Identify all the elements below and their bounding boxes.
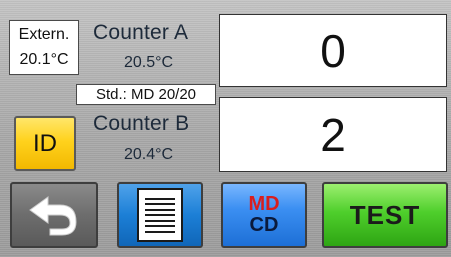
md-cd-button[interactable]: MD CD — [221, 182, 307, 248]
external-temperature-value: 20.1°C — [19, 50, 69, 68]
counter-b-name: Counter B — [93, 112, 190, 135]
document-list-icon — [137, 188, 183, 242]
external-temperature-label: Extern. — [18, 26, 70, 44]
test-button[interactable]: TEST — [322, 182, 448, 248]
id-button[interactable]: ID — [14, 116, 76, 171]
instrument-screen: Extern. 20.1°C Counter A 20.5°C 0 Std.: … — [0, 0, 451, 257]
external-temperature-box: Extern. 20.1°C — [9, 20, 79, 75]
back-button[interactable] — [10, 182, 98, 248]
md-cd-button-top-label: MD — [248, 193, 280, 215]
test-button-label: TEST — [349, 199, 421, 230]
counter-a-count-display[interactable]: 0 — [219, 14, 447, 87]
counter-b-temperature: 20.4°C — [124, 146, 174, 163]
back-arrow-icon — [26, 192, 82, 238]
counter-a-temperature: 20.5°C — [124, 54, 174, 71]
standard-label: Std.: MD 20/20 — [76, 84, 216, 105]
document-list-button[interactable] — [117, 182, 203, 248]
counter-b-count-display[interactable]: 2 — [219, 97, 447, 172]
md-cd-button-bottom-label: CD — [249, 214, 279, 236]
counter-a-name: Counter A — [93, 21, 189, 44]
